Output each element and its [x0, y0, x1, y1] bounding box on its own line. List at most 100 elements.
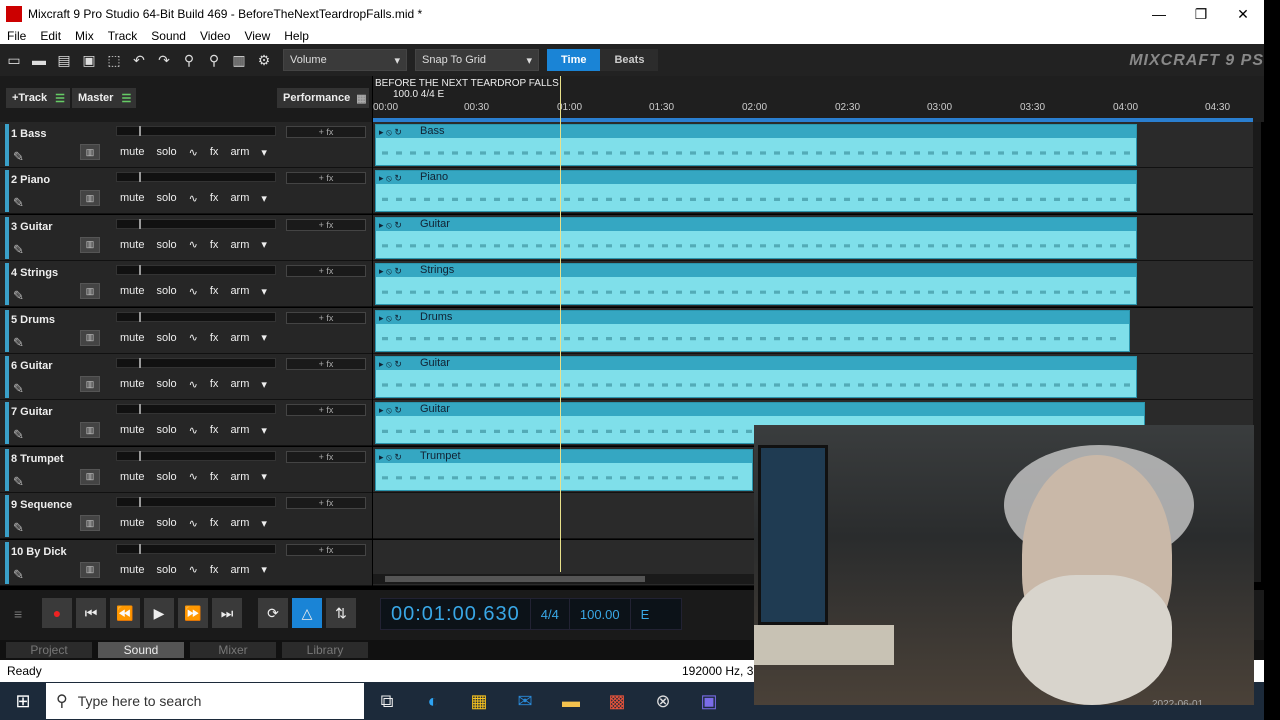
volume-meter[interactable] [116, 311, 276, 322]
instrument-icon[interactable]: ✎ [13, 288, 33, 303]
mute-button[interactable]: mute [120, 471, 144, 483]
automation-icon[interactable]: ∿ [189, 285, 198, 298]
track-row[interactable]: 7 Guitar ✎ + fx ▥ mute solo ∿ fx arm ▾ [0, 400, 372, 447]
automation-icon[interactable]: ∿ [189, 192, 198, 205]
key-readout[interactable]: E [629, 599, 660, 629]
arm-button[interactable]: arm [230, 471, 249, 483]
track-lane[interactable]: ▸ ⦸ ↻ Bass [373, 122, 1253, 168]
add-fx-button[interactable]: + fx [286, 497, 366, 510]
menu-sound[interactable]: Sound [144, 29, 193, 43]
track-name[interactable]: 4 Strings [11, 267, 58, 279]
settings-icon[interactable]: ⚙ [253, 49, 275, 71]
fx-button[interactable]: fx [210, 146, 219, 158]
track-row[interactable]: 5 Drums ✎ + fx ▥ mute solo ∿ fx arm ▾ [0, 307, 372, 354]
instrument-icon[interactable]: ✎ [13, 520, 33, 535]
track-name[interactable]: 6 Guitar [11, 360, 53, 372]
piano-roll-icon[interactable]: ▥ [80, 283, 100, 300]
track-name[interactable]: 1 Bass [11, 128, 46, 140]
chevron-down-icon[interactable]: ▾ [261, 146, 267, 159]
midi-clip[interactable]: ▸ ⦸ ↻ Guitar [375, 356, 1137, 398]
menu-track[interactable]: Track [101, 29, 145, 43]
mute-button[interactable]: mute [120, 146, 144, 158]
mute-button[interactable]: mute [120, 285, 144, 297]
track-name[interactable]: 10 By Dick [11, 546, 67, 558]
piano-roll-icon[interactable]: ▥ [80, 376, 100, 392]
tab-library[interactable]: Library [282, 642, 368, 658]
midi-clip[interactable]: ▸ ⦸ ↻ Trumpet [375, 448, 753, 491]
volume-meter[interactable] [116, 404, 276, 415]
piano-roll-icon[interactable]: ▥ [80, 144, 100, 160]
minimize-button[interactable]: — [1138, 6, 1180, 22]
piano-roll-icon[interactable]: ▥ [80, 515, 100, 532]
track-row[interactable]: 2 Piano ✎ + fx ▥ mute solo ∿ fx arm ▾ [0, 168, 372, 215]
clip-menu-icon[interactable]: ▸ ⦸ ↻ [379, 219, 402, 232]
open-folder-icon[interactable]: ▤ [53, 49, 75, 71]
mute-button[interactable]: mute [120, 332, 144, 344]
xbox-icon[interactable]: ⊗ [640, 682, 686, 720]
new-icon[interactable]: ▭ [3, 49, 25, 71]
fx-button[interactable]: fx [210, 332, 219, 344]
mute-button[interactable]: mute [120, 564, 144, 576]
loop-button[interactable]: ⟳ [258, 598, 288, 628]
automation-select[interactable]: Volume ▾ [283, 49, 407, 71]
automation-icon[interactable]: ∿ [189, 331, 198, 344]
instrument-icon[interactable]: ✎ [13, 567, 33, 582]
punch-button[interactable]: ⇅ [326, 598, 356, 628]
solo-button[interactable]: solo [156, 146, 176, 158]
tempo-readout[interactable]: 100.00 [568, 599, 630, 629]
fx-button[interactable]: fx [210, 192, 219, 204]
solo-button[interactable]: solo [156, 424, 176, 436]
fx-button[interactable]: fx [210, 239, 219, 251]
chevron-down-icon[interactable]: ▾ [261, 517, 267, 530]
instrument-icon[interactable]: ✎ [13, 242, 33, 257]
solo-button[interactable]: solo [156, 192, 176, 204]
mail-icon[interactable]: ✉ [502, 682, 548, 720]
save-icon[interactable]: ▣ [78, 49, 100, 71]
tab-mixer[interactable]: Mixer [190, 642, 276, 658]
fx-button[interactable]: fx [210, 517, 219, 529]
time-signature[interactable]: 4/4 [529, 599, 569, 629]
mute-button[interactable]: mute [120, 192, 144, 204]
track-row[interactable]: 8 Trumpet ✎ + fx ▥ mute solo ∿ fx arm ▾ [0, 446, 372, 493]
mute-button[interactable]: mute [120, 378, 144, 390]
instrument-icon[interactable]: ✎ [13, 195, 33, 210]
volume-meter[interactable] [116, 218, 276, 229]
performance-button[interactable]: Performance ▦ [277, 88, 369, 108]
piano-roll-icon[interactable]: ▥ [80, 561, 100, 578]
add-fx-button[interactable]: + fx [286, 358, 366, 370]
tab-sound[interactable]: Sound [98, 642, 184, 658]
midi-icon[interactable]: ▥ [228, 49, 250, 71]
open-icon[interactable]: ▬ [28, 49, 50, 71]
zoom-out-icon[interactable]: ⚲ [203, 49, 225, 71]
clip-menu-icon[interactable]: ▸ ⦸ ↻ [379, 451, 402, 464]
app-icon[interactable]: ▣ [686, 682, 732, 720]
midi-clip[interactable]: ▸ ⦸ ↻ Strings [375, 263, 1137, 306]
piano-roll-icon[interactable]: ▥ [80, 422, 100, 439]
task-view-icon[interactable]: ⧉ [364, 682, 410, 720]
automation-icon[interactable]: ∿ [189, 238, 198, 251]
arm-button[interactable]: arm [230, 564, 249, 576]
clip-menu-icon[interactable]: ▸ ⦸ ↻ [379, 126, 402, 139]
mute-button[interactable]: mute [120, 517, 144, 529]
track-name[interactable]: 9 Sequence [11, 499, 72, 511]
piano-roll-icon[interactable]: ▥ [80, 468, 100, 485]
track-lane[interactable]: ▸ ⦸ ↻ Guitar [373, 354, 1253, 400]
menu-help[interactable]: Help [277, 29, 316, 43]
clip-header[interactable]: ▸ ⦸ ↻ Piano [376, 171, 1136, 185]
automation-icon[interactable]: ∿ [189, 378, 198, 391]
add-fx-button[interactable]: + fx [286, 265, 366, 278]
add-fx-button[interactable]: + fx [286, 218, 366, 231]
instrument-icon[interactable]: ✎ [13, 474, 33, 489]
piano-roll-icon[interactable]: ▥ [80, 329, 100, 346]
menu-icon[interactable]: ≡ [14, 606, 22, 622]
time-tab[interactable]: Time [547, 49, 601, 71]
arm-button[interactable]: arm [230, 424, 249, 436]
solo-button[interactable]: solo [156, 332, 176, 344]
volume-meter[interactable] [116, 543, 276, 554]
play-button[interactable]: ▶ [144, 598, 174, 628]
chevron-down-icon[interactable]: ▾ [261, 563, 267, 576]
track-lane[interactable]: ▸ ⦸ ↻ Drums [373, 307, 1253, 354]
clip-menu-icon[interactable]: ▸ ⦸ ↻ [379, 404, 402, 417]
file-explorer-icon[interactable]: ▬ [548, 682, 594, 720]
clip-header[interactable]: ▸ ⦸ ↻ Drums [376, 310, 1129, 324]
